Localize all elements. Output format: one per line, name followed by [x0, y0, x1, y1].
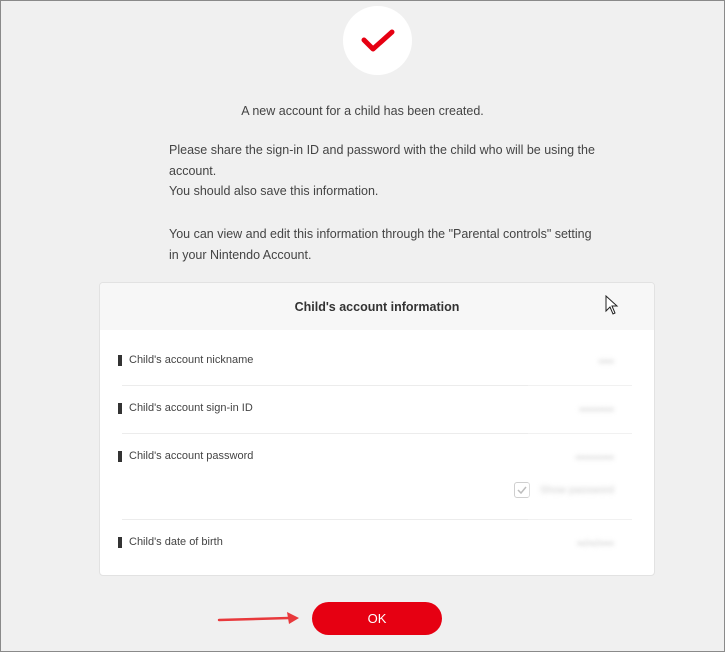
blurred-region — [528, 331, 654, 575]
ok-button[interactable]: OK — [312, 602, 442, 635]
save-instructions-line: You should also save this information. — [169, 184, 379, 198]
share-instructions: Please share the sign-in ID and password… — [169, 140, 599, 202]
sign-in-id-label-text: Child's account sign-in ID — [129, 402, 253, 414]
birth-date-label: Child's date of birth — [118, 536, 223, 548]
checkmark-icon — [361, 29, 394, 51]
card-title: Child's account information — [100, 283, 654, 330]
nickname-label: Child's account nickname — [118, 354, 253, 366]
label-bar-icon — [118, 450, 122, 462]
share-instructions-line: Please share the sign-in ID and password… — [169, 143, 595, 178]
birth-date-label-text: Child's date of birth — [129, 536, 223, 548]
label-bar-icon — [118, 354, 122, 366]
success-headline: A new account for a child has been creat… — [241, 104, 484, 118]
password-label: Child's account password — [118, 450, 253, 462]
sign-in-id-label: Child's account sign-in ID — [118, 402, 253, 414]
red-arrow-icon — [217, 612, 299, 624]
account-info-card: Child's account information Child's acco… — [99, 282, 655, 576]
password-label-text: Child's account password — [129, 450, 254, 462]
label-bar-icon — [118, 536, 122, 548]
label-bar-icon — [118, 402, 122, 414]
mouse-pointer-icon — [605, 294, 619, 320]
success-badge — [343, 6, 412, 75]
parental-controls-note: You can view and edit this information t… — [169, 227, 592, 262]
nickname-label-text: Child's account nickname — [129, 354, 254, 366]
checkbox-check-icon — [517, 486, 527, 494]
